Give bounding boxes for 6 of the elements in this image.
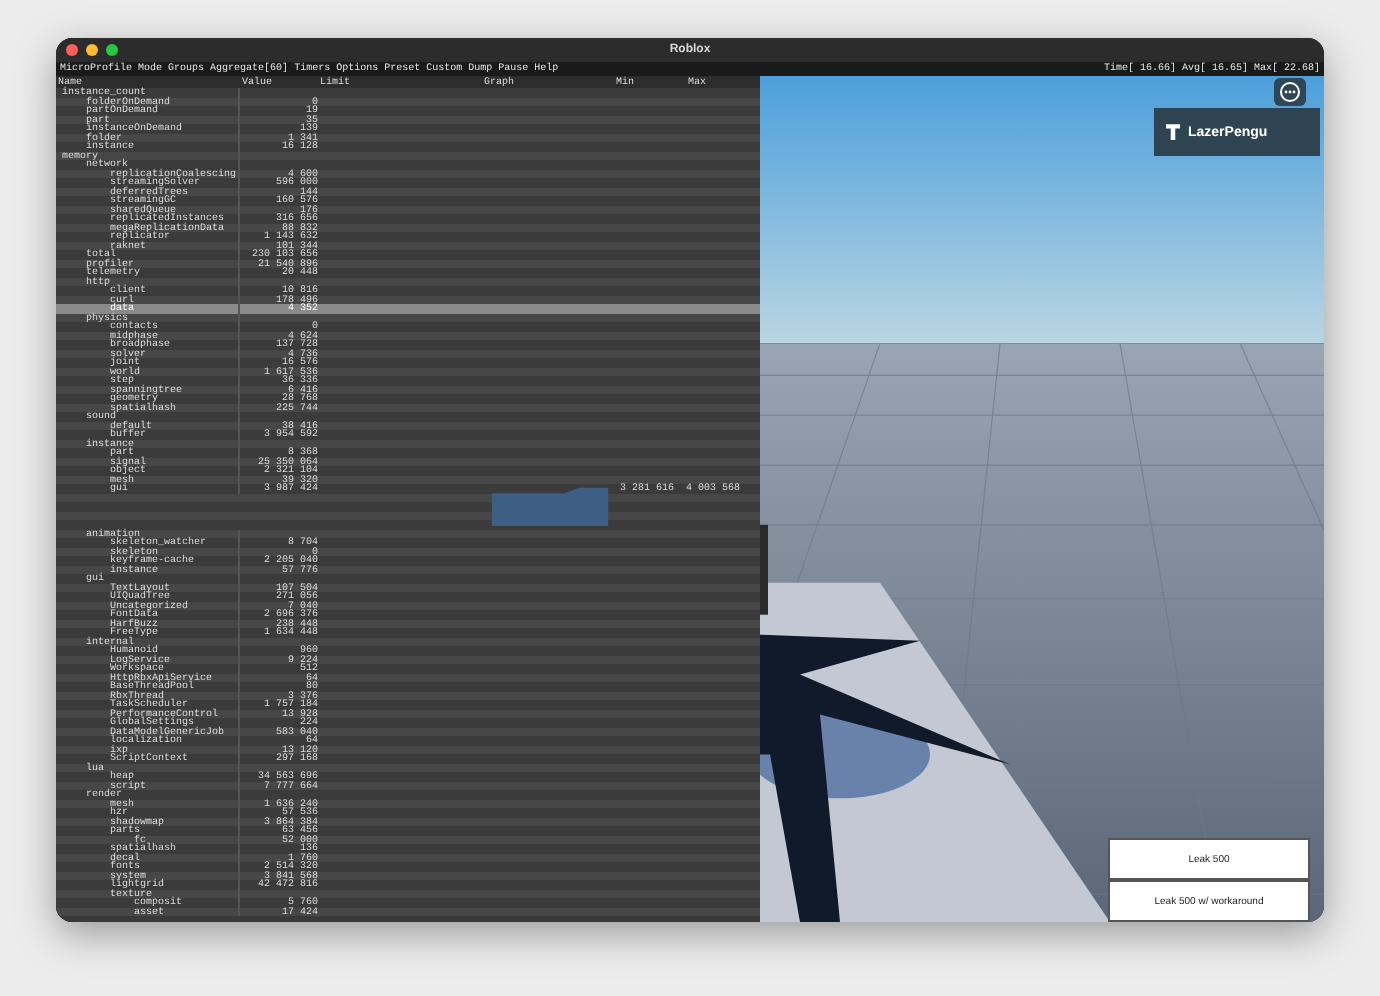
sparkline-graph bbox=[486, 486, 614, 526]
close-button[interactable] bbox=[66, 44, 78, 56]
t-logo-icon bbox=[1166, 124, 1180, 140]
more-menu-icon[interactable] bbox=[1274, 78, 1306, 106]
zoom-button[interactable] bbox=[106, 44, 118, 56]
minimize-button[interactable] bbox=[86, 44, 98, 56]
